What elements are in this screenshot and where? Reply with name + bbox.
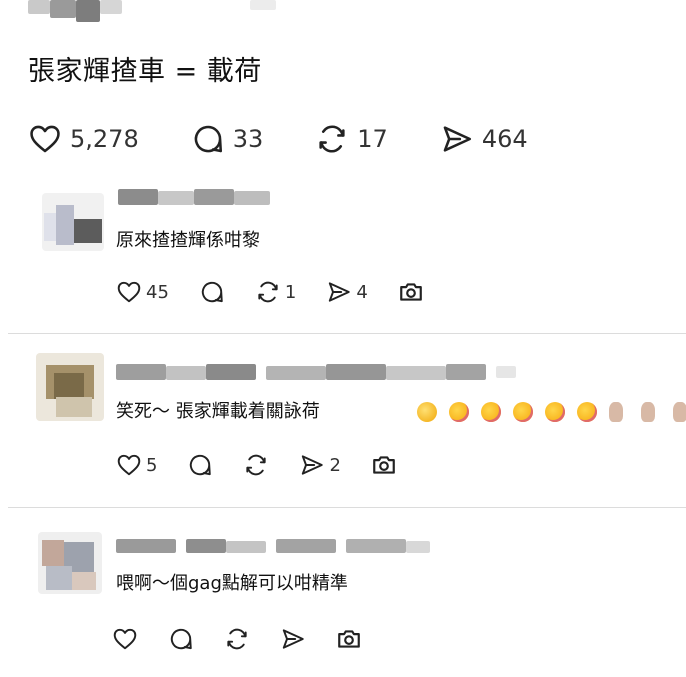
rolling-laughing-icon bbox=[545, 402, 565, 422]
share-icon bbox=[280, 626, 306, 652]
rolling-laughing-icon bbox=[577, 402, 597, 422]
camera-icon bbox=[336, 626, 362, 652]
camera-button[interactable] bbox=[336, 626, 362, 652]
blurred-username[interactable] bbox=[118, 185, 288, 211]
camera-icon bbox=[371, 452, 397, 478]
share-button[interactable] bbox=[280, 626, 306, 652]
repost-button[interactable]: 17 bbox=[315, 122, 388, 156]
repost-count: 1 bbox=[284, 281, 297, 303]
comment-action-bar: 45 1 4 bbox=[116, 279, 454, 305]
comment-icon bbox=[187, 452, 213, 478]
like-button[interactable]: 5,278 bbox=[28, 122, 139, 156]
like-button[interactable]: 5 bbox=[116, 452, 157, 478]
grinning-face-icon bbox=[417, 402, 437, 422]
comment-button[interactable] bbox=[187, 452, 213, 478]
comment-icon bbox=[199, 279, 225, 305]
repost-button[interactable] bbox=[224, 626, 250, 652]
share-icon bbox=[299, 452, 325, 478]
share-icon bbox=[326, 279, 352, 305]
repost-count: 17 bbox=[357, 125, 388, 153]
comment-text: 笑死～ 張家輝載着關詠荷 bbox=[116, 401, 320, 422]
blurred-username[interactable] bbox=[116, 360, 516, 386]
share-count: 464 bbox=[481, 125, 528, 153]
comment-count: 33 bbox=[232, 125, 264, 153]
repost-icon bbox=[224, 626, 250, 652]
share-button[interactable]: 464 bbox=[440, 122, 528, 156]
rolling-laughing-icon bbox=[513, 402, 533, 422]
share-button[interactable]: 2 bbox=[299, 452, 341, 478]
comment-action-bar bbox=[112, 626, 392, 652]
repost-icon bbox=[243, 452, 269, 478]
repost-button[interactable] bbox=[243, 452, 269, 478]
thumbs-up-icon bbox=[609, 402, 623, 422]
like-count: 45 bbox=[146, 281, 169, 303]
divider bbox=[8, 333, 686, 334]
avatar[interactable] bbox=[36, 353, 104, 421]
repost-icon bbox=[315, 122, 349, 156]
thumbs-up-icon bbox=[641, 402, 655, 422]
share-count: 4 bbox=[356, 281, 368, 303]
like-count: 5,278 bbox=[70, 125, 139, 153]
repost-button[interactable]: 1 bbox=[255, 279, 296, 305]
comment-button[interactable] bbox=[199, 279, 225, 305]
rolling-laughing-icon bbox=[481, 402, 501, 422]
comment-icon bbox=[191, 122, 225, 156]
heart-icon bbox=[116, 452, 142, 478]
like-button[interactable]: 45 bbox=[116, 279, 169, 305]
post-action-bar: 5,278 33 17 464 bbox=[28, 122, 580, 156]
heart-icon bbox=[116, 279, 142, 305]
divider bbox=[8, 507, 686, 508]
like-button[interactable] bbox=[112, 626, 138, 652]
rolling-laughing-icon bbox=[449, 402, 469, 422]
heart-icon bbox=[112, 626, 138, 652]
share-button[interactable]: 4 bbox=[326, 279, 368, 305]
avatar[interactable] bbox=[38, 532, 102, 594]
comment-button[interactable]: 33 bbox=[191, 122, 264, 156]
comment-icon bbox=[168, 626, 194, 652]
camera-button[interactable] bbox=[371, 452, 397, 478]
blurred-username[interactable] bbox=[116, 535, 436, 561]
post-title: 張家輝揸車 = 載荷 bbox=[28, 56, 262, 87]
comment-action-bar: 5 2 bbox=[116, 452, 427, 478]
heart-icon bbox=[28, 122, 62, 156]
comment-text: 原來揸揸輝係咁黎 bbox=[116, 230, 260, 251]
thumbs-up-icon bbox=[673, 402, 686, 422]
camera-button[interactable] bbox=[398, 279, 424, 305]
avatar[interactable] bbox=[42, 193, 104, 251]
repost-icon bbox=[255, 279, 281, 305]
emoji-row bbox=[417, 402, 686, 422]
share-count: 2 bbox=[329, 454, 341, 476]
comment-text: 喂啊～個gag點解可以咁精準 bbox=[116, 573, 348, 594]
comment-button[interactable] bbox=[168, 626, 194, 652]
share-icon bbox=[440, 122, 474, 156]
like-count: 5 bbox=[146, 454, 158, 476]
camera-icon bbox=[398, 279, 424, 305]
